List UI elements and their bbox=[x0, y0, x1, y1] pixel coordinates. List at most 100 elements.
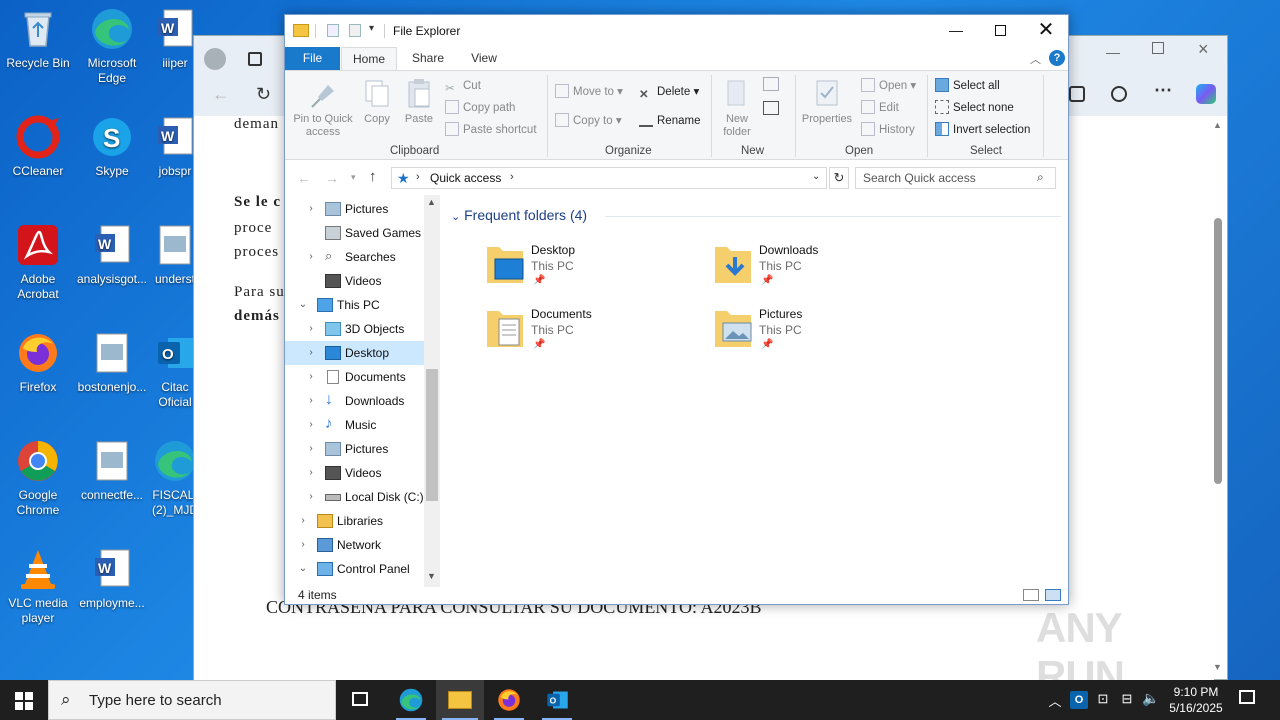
edge-scrollbar[interactable]: ▲ ▼ bbox=[1213, 116, 1223, 676]
tab-view[interactable]: View bbox=[461, 47, 507, 70]
address-bar[interactable]: ★ › Quick access › ⌄ bbox=[391, 167, 827, 189]
new-folder-qat-icon[interactable] bbox=[349, 24, 361, 37]
edge-scrollbar-thumb[interactable] bbox=[1214, 218, 1222, 484]
nav-item-libraries[interactable]: › Libraries bbox=[285, 509, 425, 533]
maximize-button[interactable] bbox=[977, 15, 1023, 45]
new-folder-button[interactable]: New folder bbox=[717, 77, 757, 139]
search-input[interactable]: Search Quick access ⌕ bbox=[855, 167, 1056, 189]
file-explorer-window[interactable]: ▾ File Explorer — ✕ File Home Share View… bbox=[284, 14, 1069, 605]
more-menu-icon[interactable]: ⋯ bbox=[1154, 80, 1172, 101]
up-arrow-icon[interactable]: ↑ bbox=[369, 168, 377, 185]
back-arrow-icon[interactable]: ← bbox=[297, 170, 311, 186]
network-tray-icon[interactable]: ⊟ bbox=[1118, 691, 1136, 709]
select-none-button[interactable]: Select none bbox=[935, 99, 1014, 117]
show-hidden-icons-icon[interactable]: ︿ bbox=[1046, 691, 1064, 709]
taskbar-edge[interactable] bbox=[388, 680, 434, 720]
tab-home[interactable]: Home bbox=[341, 47, 397, 70]
desktop-icon-edge[interactable]: Microsoft Edge bbox=[74, 6, 150, 86]
minimize-button[interactable]: — bbox=[933, 15, 979, 45]
nav-item-searches[interactable]: › ⌕ Searches bbox=[285, 245, 425, 269]
nav-item-videos[interactable]: › Videos bbox=[285, 461, 425, 485]
taskbar-firefox[interactable] bbox=[486, 680, 532, 720]
folder-tile-documents[interactable]: Documents This PC 📌 bbox=[485, 305, 685, 355]
desktop-icon-employme[interactable]: W employme... bbox=[74, 546, 150, 611]
tab-actions-icon[interactable] bbox=[248, 52, 262, 66]
nav-item-this-pc[interactable]: ⌄ This PC bbox=[285, 293, 425, 317]
refresh-icon[interactable]: ↻ bbox=[256, 84, 271, 105]
chevron-right-icon[interactable]: › bbox=[305, 365, 317, 389]
nav-item-desktop[interactable]: › Desktop bbox=[285, 341, 425, 365]
breadcrumb-chevron-icon[interactable]: › bbox=[416, 171, 420, 183]
collections-icon[interactable] bbox=[1069, 86, 1085, 102]
nav-scrollbar-thumb[interactable] bbox=[426, 369, 438, 501]
chevron-right-icon[interactable]: › bbox=[297, 509, 309, 533]
desktop-icon-recycle-bin[interactable]: Recycle Bin bbox=[0, 6, 76, 71]
copilot-icon[interactable] bbox=[1196, 84, 1216, 104]
clock[interactable]: 9:10 PM 5/16/2025 bbox=[1164, 684, 1228, 718]
nav-item-pictures[interactable]: › Pictures bbox=[285, 437, 425, 461]
nav-item-network[interactable]: › Network bbox=[285, 533, 425, 557]
nav-item-pictures[interactable]: › Pictures bbox=[285, 197, 425, 221]
scroll-down-icon[interactable]: ▼ bbox=[427, 571, 436, 581]
chevron-right-icon[interactable]: › bbox=[305, 413, 317, 437]
copy-path-button[interactable]: Copy path bbox=[445, 99, 515, 117]
content-pane[interactable]: ⌄ Frequent folders (4) Desktop This PC 📌… bbox=[441, 195, 1069, 587]
nav-item-videos[interactable]: Videos bbox=[285, 269, 425, 293]
chevron-right-icon[interactable]: › bbox=[305, 197, 317, 221]
chevron-right-icon[interactable]: › bbox=[297, 533, 309, 557]
nav-item-3d-objects[interactable]: › 3D Objects bbox=[285, 317, 425, 341]
profile-avatar-icon[interactable] bbox=[204, 48, 226, 70]
delete-button[interactable]: ✕ Delete ▾ bbox=[639, 83, 699, 101]
move-to-button[interactable]: Move to ▾ bbox=[555, 83, 623, 101]
chevron-down-icon[interactable]: ⌄ bbox=[297, 293, 309, 317]
address-dropdown-icon[interactable]: ⌄ bbox=[812, 171, 820, 182]
navigation-pane[interactable]: › Pictures Saved Games › ⌕ Searches Vide… bbox=[285, 195, 440, 587]
nav-item-documents[interactable]: › Documents bbox=[285, 365, 425, 389]
browser-essentials-icon[interactable] bbox=[1111, 86, 1127, 102]
copy-button[interactable]: Copy bbox=[359, 77, 395, 126]
chevron-right-icon[interactable]: › bbox=[305, 461, 317, 485]
history-button[interactable]: History bbox=[861, 121, 915, 139]
properties-qat-icon[interactable] bbox=[327, 24, 339, 37]
folder-tile-pictures[interactable]: Pictures This PC 📌 bbox=[713, 305, 913, 355]
desktop-icon-firefox[interactable]: Firefox bbox=[0, 330, 76, 395]
chevron-right-icon[interactable]: › bbox=[305, 437, 317, 461]
select-all-button[interactable]: Select all bbox=[935, 77, 1000, 95]
help-icon[interactable]: ? bbox=[1049, 50, 1065, 66]
start-button[interactable] bbox=[0, 680, 48, 720]
properties-button[interactable]: Properties bbox=[799, 77, 855, 126]
nav-item-saved-games[interactable]: Saved Games bbox=[285, 221, 425, 245]
taskbar-file-explorer[interactable] bbox=[436, 680, 484, 720]
copy-to-button[interactable]: Copy to ▾ bbox=[555, 112, 622, 130]
folder-tile-downloads[interactable]: Downloads This PC 📌 bbox=[713, 241, 913, 291]
close-icon[interactable]: × bbox=[1198, 39, 1209, 60]
chevron-right-icon[interactable]: › bbox=[305, 317, 317, 341]
nav-item-local-disk[interactable]: › Local Disk (C:) bbox=[285, 485, 425, 509]
taskbar-outlook[interactable]: O bbox=[534, 680, 580, 720]
forward-arrow-icon[interactable]: → bbox=[325, 170, 339, 186]
folder-tile-desktop[interactable]: Desktop This PC 📌 bbox=[485, 241, 685, 291]
recent-locations-icon[interactable]: ▾ bbox=[351, 172, 356, 183]
nav-scrollbar[interactable]: ▲ ▼ bbox=[424, 195, 440, 587]
large-icons-view-icon[interactable] bbox=[1045, 589, 1061, 601]
desktop-icon-ccleaner[interactable]: CCleaner bbox=[0, 114, 76, 179]
desktop-icon-google-chrome[interactable]: Google Chrome bbox=[0, 438, 76, 518]
cut-button[interactable]: ✂ Cut bbox=[445, 77, 481, 95]
breadcrumb-chevron-icon[interactable]: › bbox=[510, 171, 514, 183]
outlook-tray-icon[interactable]: O bbox=[1070, 691, 1088, 709]
notifications-button[interactable] bbox=[1236, 690, 1258, 710]
details-view-icon[interactable] bbox=[1023, 589, 1039, 601]
desktop-icon-bostonenjo[interactable]: bostonenjo... bbox=[74, 330, 150, 395]
desktop-icon-connectfe[interactable]: connectfe... bbox=[74, 438, 150, 503]
chevron-right-icon[interactable]: › bbox=[305, 245, 317, 269]
frequent-folders-header[interactable]: ⌄ Frequent folders (4) bbox=[451, 207, 587, 223]
taskbar-search-box[interactable]: ⌕ Type here to search bbox=[48, 680, 336, 720]
rename-button[interactable]: Rename bbox=[639, 112, 700, 130]
chevron-right-icon[interactable]: › bbox=[305, 485, 317, 509]
desktop-icon-analysisgot[interactable]: W analysisgot... bbox=[74, 222, 150, 287]
back-arrow-icon[interactable]: ← bbox=[212, 84, 230, 105]
scroll-up-icon[interactable]: ▲ bbox=[427, 197, 436, 207]
desktop-icon-skype[interactable]: S Skype bbox=[74, 114, 150, 179]
nav-item-music[interactable]: › ♪ Music bbox=[285, 413, 425, 437]
desktop-icon-adobe-acrobat[interactable]: Adobe Acrobat bbox=[0, 222, 76, 302]
